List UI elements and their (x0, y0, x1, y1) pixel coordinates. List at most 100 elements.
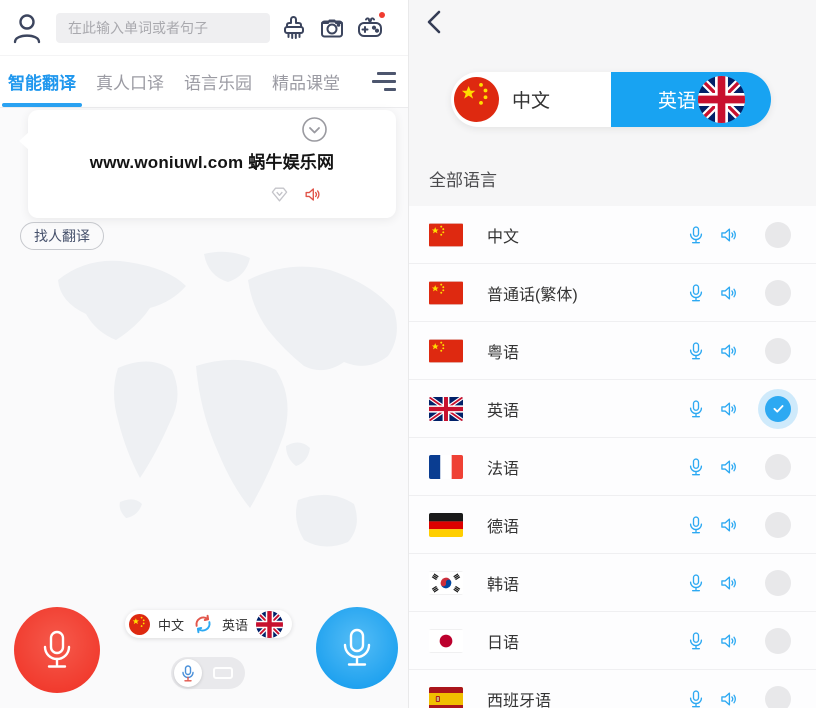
language-toggle: 中文 英语 (451, 72, 771, 127)
tab-human-interpreter[interactable]: 真人口译 (92, 56, 168, 107)
mic-icon[interactable] (686, 341, 706, 361)
mic-keyboard-toggle[interactable] (171, 657, 245, 689)
main-translate-panel: 智能翻译 真人口译 语言乐园 精品课堂 ww (0, 0, 408, 708)
language-pair-bar[interactable]: 中文 英语 (125, 610, 292, 638)
kr-flag-icon (429, 571, 463, 595)
translation-result-card: www.woniuwl.com 蜗牛娱乐网 (28, 110, 396, 218)
language-row[interactable]: 日语 (409, 612, 816, 670)
language-name: 粤语 (487, 339, 519, 363)
de-flag-icon (429, 513, 463, 537)
cn-flag-icon (429, 339, 463, 363)
mic-icon[interactable] (686, 457, 706, 477)
speaker-icon[interactable] (719, 341, 739, 361)
target-language-label: 英语 (222, 615, 248, 634)
mic-icon[interactable] (686, 225, 706, 245)
speaker-icon[interactable] (303, 185, 322, 204)
china-flag-icon (454, 77, 499, 122)
gem-icon[interactable] (270, 185, 289, 204)
language-row[interactable]: 法语 (409, 438, 816, 496)
keyboard-icon (213, 667, 233, 679)
user-icon[interactable] (12, 12, 42, 44)
language-row[interactable]: 韩语 (409, 554, 816, 612)
target-mic-button[interactable] (316, 607, 398, 689)
radio-indicator[interactable] (765, 280, 791, 306)
radio-indicator[interactable] (765, 628, 791, 654)
tab-premium-courses[interactable]: 精品课堂 (268, 56, 344, 107)
tab-language-park[interactable]: 语言乐园 (180, 56, 256, 107)
toggle-target-english[interactable]: 英语 (611, 72, 771, 127)
es-flag-icon (429, 687, 463, 708)
brush-icon[interactable] (280, 14, 308, 42)
top-bar (0, 0, 408, 55)
speaker-icon[interactable] (719, 399, 739, 419)
language-list: 中文 普通话(繁体) (409, 206, 816, 708)
source-language-label: 中文 (158, 615, 184, 634)
cn-flag-icon (429, 223, 463, 247)
language-name: 西班牙语 (487, 687, 551, 708)
search-input[interactable] (56, 13, 270, 43)
radio-indicator[interactable] (765, 454, 791, 480)
radio-indicator[interactable] (765, 686, 791, 708)
toggle-target-label: 英语 (658, 86, 696, 113)
back-icon[interactable] (421, 8, 449, 36)
language-row[interactable]: 普通话(繁体) (409, 264, 816, 322)
row-icons (686, 689, 739, 708)
speaker-icon[interactable] (719, 689, 739, 708)
mic-icon[interactable] (686, 399, 706, 419)
speaker-icon[interactable] (719, 457, 739, 477)
language-select-panel: 中文 英语 全部语言 中文 (408, 0, 816, 708)
radio-indicator-selected[interactable] (765, 396, 791, 422)
mic-icon[interactable] (686, 631, 706, 651)
mic-icon[interactable] (686, 515, 706, 535)
speaker-icon[interactable] (719, 283, 739, 303)
mic-icon[interactable] (686, 573, 706, 593)
row-icons (686, 225, 739, 245)
language-name: 普通话(繁体) (487, 281, 578, 305)
speaker-icon[interactable] (719, 225, 739, 245)
world-map-background (0, 250, 408, 640)
language-row[interactable]: 中文 (409, 206, 816, 264)
toggle-knob (174, 659, 202, 687)
speaker-icon[interactable] (719, 573, 739, 593)
uk-flag-icon (698, 76, 745, 123)
language-row[interactable]: 西班牙语 (409, 670, 816, 708)
row-icons (686, 457, 739, 477)
card-tail (19, 132, 29, 150)
toggle-source-chinese[interactable]: 中文 (451, 72, 611, 127)
filter-icon[interactable] (372, 72, 398, 91)
find-translator-button[interactable]: 找人翻译 (20, 222, 104, 250)
card-actions (270, 185, 322, 204)
radio-indicator[interactable] (765, 338, 791, 364)
language-name: 中文 (487, 223, 519, 247)
jp-flag-icon (429, 629, 463, 653)
language-name: 韩语 (487, 571, 519, 595)
language-row[interactable]: 德语 (409, 496, 816, 554)
fr-flag-icon (429, 455, 463, 479)
row-icons (686, 515, 739, 535)
row-icons (686, 283, 739, 303)
row-icons (686, 341, 739, 361)
language-name: 德语 (487, 513, 519, 537)
watermark-text: www.woniuwl.com 蜗牛娱乐网 (28, 148, 396, 173)
uk-flag-icon (256, 611, 283, 638)
speaker-icon[interactable] (719, 515, 739, 535)
mic-icon[interactable] (686, 689, 706, 708)
notification-dot (379, 12, 385, 18)
radio-indicator[interactable] (765, 222, 791, 248)
swap-icon[interactable] (192, 614, 214, 634)
gamepad-icon[interactable] (356, 14, 384, 42)
radio-indicator[interactable] (765, 570, 791, 596)
row-icons (686, 573, 739, 593)
chevron-down-icon[interactable] (302, 117, 327, 142)
row-icons (686, 399, 739, 419)
speaker-icon[interactable] (719, 631, 739, 651)
language-row[interactable]: 英语 (409, 380, 816, 438)
tab-smart-translate[interactable]: 智能翻译 (4, 56, 80, 107)
tab-bar: 智能翻译 真人口译 语言乐园 精品课堂 (0, 55, 408, 108)
toggle-source-label: 中文 (512, 86, 550, 113)
mic-icon[interactable] (686, 283, 706, 303)
radio-indicator[interactable] (765, 512, 791, 538)
camera-icon[interactable] (318, 14, 346, 42)
source-mic-button[interactable] (14, 607, 100, 693)
language-row[interactable]: 粤语 (409, 322, 816, 380)
